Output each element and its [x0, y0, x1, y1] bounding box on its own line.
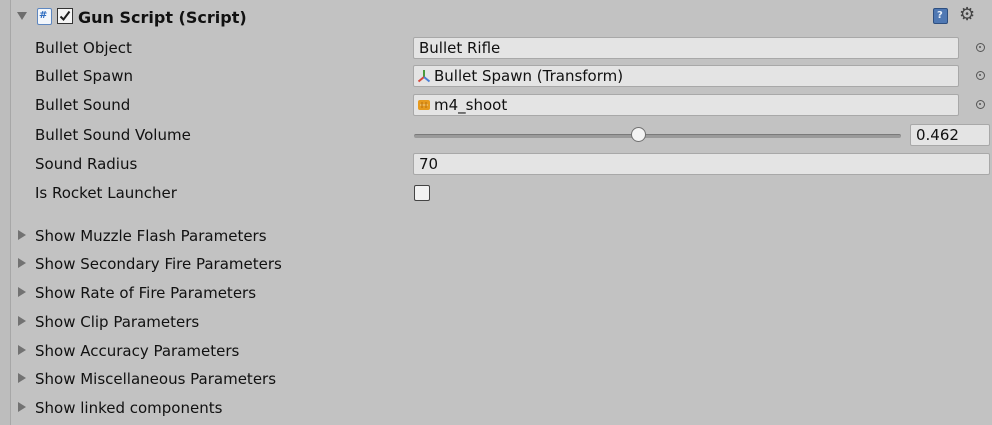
- bullet-sound-field[interactable]: m4_shoot: [413, 94, 959, 116]
- component-enabled-checkbox[interactable]: [57, 8, 73, 24]
- collapsed-arrow-icon[interactable]: [18, 373, 26, 383]
- bullet-object-picker-icon[interactable]: [976, 43, 985, 52]
- component-title: Gun Script (Script): [78, 8, 247, 27]
- bullet-spawn-label: Bullet Spawn: [35, 67, 134, 85]
- volume-slider-track[interactable]: [414, 134, 901, 138]
- audio-clip-icon: [418, 100, 430, 110]
- volume-value: 0.462: [916, 126, 959, 144]
- is-rocket-launcher-label: Is Rocket Launcher: [35, 184, 177, 202]
- sound-radius-label: Sound Radius: [35, 155, 138, 173]
- inspector-panel: # Gun Script (Script) ? ⚙ Bullet Object …: [0, 0, 992, 425]
- expanded-arrow-icon[interactable]: [17, 12, 27, 20]
- foldout-label: Show Rate of Fire Parameters: [35, 284, 257, 302]
- bullet-sound-picker-icon[interactable]: [976, 100, 985, 109]
- foldout-linked-components[interactable]: Show linked components: [0, 395, 992, 421]
- volume-value-field[interactable]: 0.462: [910, 124, 990, 146]
- bullet-sound-row: Bullet Sound m4_shoot: [0, 92, 992, 120]
- foldout-miscellaneous[interactable]: Show Miscellaneous Parameters: [0, 366, 992, 392]
- bullet-spawn-picker-icon[interactable]: [976, 71, 985, 80]
- help-icon[interactable]: ?: [933, 8, 948, 24]
- foldout-clip[interactable]: Show Clip Parameters: [0, 309, 992, 335]
- sound-radius-field[interactable]: 70: [413, 153, 990, 175]
- collapsed-arrow-icon[interactable]: [18, 230, 26, 240]
- bullet-object-label: Bullet Object: [35, 39, 132, 57]
- collapsed-arrow-icon[interactable]: [18, 402, 26, 412]
- foldout-label: Show Accuracy Parameters: [35, 342, 240, 360]
- foldout-label: Show Secondary Fire Parameters: [35, 255, 282, 273]
- foldout-label: Show Muzzle Flash Parameters: [35, 227, 267, 245]
- collapsed-arrow-icon[interactable]: [18, 287, 26, 297]
- bullet-sound-value: m4_shoot: [434, 96, 508, 114]
- transform-icon: [417, 70, 431, 83]
- is-rocket-launcher-checkbox[interactable]: [414, 185, 430, 201]
- bullet-sound-label: Bullet Sound: [35, 96, 131, 114]
- foldout-secondary-fire[interactable]: Show Secondary Fire Parameters: [0, 251, 992, 277]
- sound-radius-value: 70: [419, 155, 439, 173]
- gear-icon[interactable]: ⚙: [959, 6, 975, 24]
- bullet-object-value: Bullet Rifle: [419, 39, 501, 57]
- collapsed-arrow-icon[interactable]: [18, 345, 26, 355]
- component-header[interactable]: # Gun Script (Script) ? ⚙: [0, 0, 992, 34]
- bullet-spawn-value: Bullet Spawn (Transform): [434, 67, 624, 85]
- foldout-accuracy[interactable]: Show Accuracy Parameters: [0, 338, 992, 364]
- volume-slider-thumb[interactable]: [631, 127, 647, 142]
- foldout-muzzle-flash[interactable]: Show Muzzle Flash Parameters: [0, 223, 992, 249]
- bullet-spawn-field[interactable]: Bullet Spawn (Transform): [413, 65, 959, 87]
- checkmark-icon: [59, 10, 71, 22]
- collapsed-arrow-icon[interactable]: [18, 258, 26, 268]
- csharp-script-icon: #: [37, 8, 52, 25]
- bullet-sound-volume-label: Bullet Sound Volume: [35, 126, 191, 144]
- foldout-label: Show Clip Parameters: [35, 313, 200, 331]
- bullet-spawn-row: Bullet Spawn Bullet Spawn (Transform): [0, 63, 992, 91]
- is-rocket-launcher-row: Is Rocket Launcher: [0, 180, 992, 208]
- bullet-sound-volume-row: Bullet Sound Volume 0.462: [0, 122, 992, 150]
- collapsed-arrow-icon[interactable]: [18, 316, 26, 326]
- foldout-label: Show Miscellaneous Parameters: [35, 370, 277, 388]
- foldout-label: Show linked components: [35, 399, 223, 417]
- bullet-object-field[interactable]: Bullet Rifle: [413, 37, 959, 59]
- bullet-object-row: Bullet Object Bullet Rifle: [0, 35, 992, 63]
- foldout-rate-of-fire[interactable]: Show Rate of Fire Parameters: [0, 280, 992, 306]
- sound-radius-row: Sound Radius 70: [0, 151, 992, 179]
